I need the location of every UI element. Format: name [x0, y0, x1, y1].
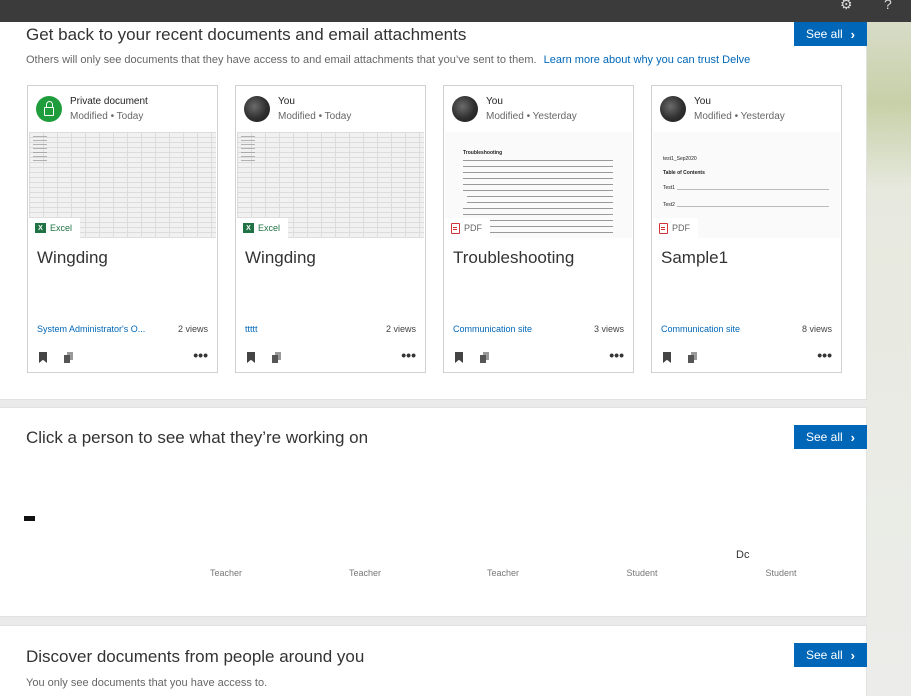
- document-card[interactable]: You Modified • Today X Excel Wingding tt…: [235, 85, 426, 373]
- card-actions: •••: [662, 347, 832, 366]
- document-card[interactable]: Private document Modified • Today X Exce…: [27, 85, 218, 373]
- document-site-link[interactable]: Communication site: [661, 324, 740, 334]
- more-options-icon[interactable]: •••: [401, 347, 416, 363]
- section-subtitle: You only see documents that you have acc…: [26, 677, 268, 689]
- file-type-label: Excel: [258, 223, 281, 233]
- bookmark-icon[interactable]: [455, 352, 463, 363]
- copy-link-icon[interactable]: [64, 352, 73, 363]
- more-options-icon[interactable]: •••: [609, 347, 624, 363]
- person-role[interactable]: Teacher: [349, 568, 381, 578]
- file-type-badge: X Excel: [237, 218, 289, 238]
- chevron-right-icon: ›: [850, 429, 856, 445]
- avatar[interactable]: [452, 96, 478, 122]
- file-type-label: Excel: [50, 223, 73, 233]
- document-card[interactable]: You Modified • Yesterday test1_Sep2020 T…: [651, 85, 842, 373]
- avatar[interactable]: [244, 96, 270, 122]
- help-icon[interactable]: ?: [884, 0, 892, 12]
- thumbnail-subheading: Table of Contents: [663, 170, 705, 176]
- document-card[interactable]: You Modified • Yesterday Troubleshooting…: [443, 85, 634, 373]
- person-role[interactable]: Student: [765, 568, 796, 578]
- chevron-right-icon: ›: [850, 26, 856, 42]
- person-role[interactable]: Student: [626, 568, 657, 578]
- bookmark-icon[interactable]: [39, 352, 47, 363]
- see-all-label: See all: [805, 430, 843, 444]
- document-site-link[interactable]: System Administrator's O...: [37, 324, 145, 334]
- section-title: Get back to your recent documents and em…: [26, 25, 467, 44]
- file-type-badge: PDF: [653, 218, 698, 238]
- card-modified: Modified • Today: [278, 111, 352, 122]
- section-subtitle: Others will only see documents that they…: [26, 54, 750, 66]
- gear-icon[interactable]: ⚙: [840, 0, 853, 13]
- thumbnail-heading: Troubleshooting: [463, 150, 503, 156]
- file-type-label: PDF: [464, 223, 482, 233]
- learn-more-link[interactable]: Learn more about why you can trust Delve: [544, 54, 751, 66]
- view-count: 3 views: [593, 324, 624, 334]
- copy-link-icon[interactable]: [272, 352, 281, 363]
- document-site-link[interactable]: Communication site: [453, 324, 532, 334]
- excel-icon: X: [35, 223, 46, 233]
- see-all-label: See all: [805, 648, 843, 662]
- discover-section: Discover documents from people around yo…: [0, 625, 867, 696]
- bookmark-icon[interactable]: [247, 352, 255, 363]
- section-title: Click a person to see what they’re worki…: [26, 428, 369, 447]
- pdf-icon: [451, 222, 460, 234]
- more-options-icon[interactable]: •••: [817, 347, 832, 363]
- thumbnail-entry: Test2: [663, 202, 675, 208]
- copy-link-icon[interactable]: [688, 352, 697, 363]
- document-title[interactable]: Sample1: [661, 248, 728, 268]
- top-navigation-bar: ⚙ ?: [0, 0, 911, 22]
- see-all-label: See all: [805, 27, 843, 41]
- person-role[interactable]: Teacher: [487, 568, 519, 578]
- pdf-icon: [659, 222, 668, 234]
- subtitle-text: Others will only see documents that they…: [26, 54, 537, 66]
- thumbnail-heading: test1_Sep2020: [663, 156, 697, 162]
- view-count: 2 views: [177, 324, 208, 334]
- section-title: Discover documents from people around yo…: [26, 647, 365, 666]
- card-actions: •••: [454, 347, 624, 366]
- people-section: Click a person to see what they’re worki…: [0, 407, 867, 617]
- card-owner: You: [694, 96, 711, 107]
- see-all-button[interactable]: See all ›: [794, 425, 867, 449]
- excel-icon: X: [243, 223, 254, 233]
- bookmark-icon[interactable]: [663, 352, 671, 363]
- document-site-link[interactable]: ttttt: [245, 324, 258, 334]
- document-title[interactable]: Wingding: [245, 248, 316, 268]
- file-type-badge: X Excel: [29, 218, 81, 238]
- view-count: 8 views: [801, 324, 832, 334]
- card-owner: Private document: [70, 96, 148, 107]
- lock-icon: [36, 96, 62, 122]
- card-actions: •••: [246, 347, 416, 366]
- person-name-partial[interactable]: Dc: [736, 549, 749, 561]
- card-owner: You: [278, 96, 295, 107]
- file-type-label: PDF: [672, 223, 690, 233]
- more-options-icon[interactable]: •••: [193, 347, 208, 363]
- copy-link-icon[interactable]: [480, 352, 489, 363]
- avatar[interactable]: [660, 96, 686, 122]
- thumbnail-entry: Test1: [663, 185, 675, 191]
- view-count: 2 views: [385, 324, 416, 334]
- background-image: [867, 22, 911, 696]
- card-modified: Modified • Today: [70, 111, 144, 122]
- see-all-button[interactable]: See all ›: [794, 22, 867, 46]
- file-type-badge: PDF: [445, 218, 490, 238]
- see-all-button[interactable]: See all ›: [794, 643, 867, 667]
- document-title[interactable]: Troubleshooting: [453, 248, 574, 268]
- card-owner: You: [486, 96, 503, 107]
- recent-documents-section: Get back to your recent documents and em…: [0, 22, 867, 400]
- card-modified: Modified • Yesterday: [694, 111, 785, 122]
- person-role[interactable]: Teacher: [210, 568, 242, 578]
- card-actions: •••: [38, 347, 208, 366]
- chevron-right-icon: ›: [850, 647, 856, 663]
- document-title[interactable]: Wingding: [37, 248, 108, 268]
- card-modified: Modified • Yesterday: [486, 111, 577, 122]
- placeholder-mark: [24, 516, 35, 521]
